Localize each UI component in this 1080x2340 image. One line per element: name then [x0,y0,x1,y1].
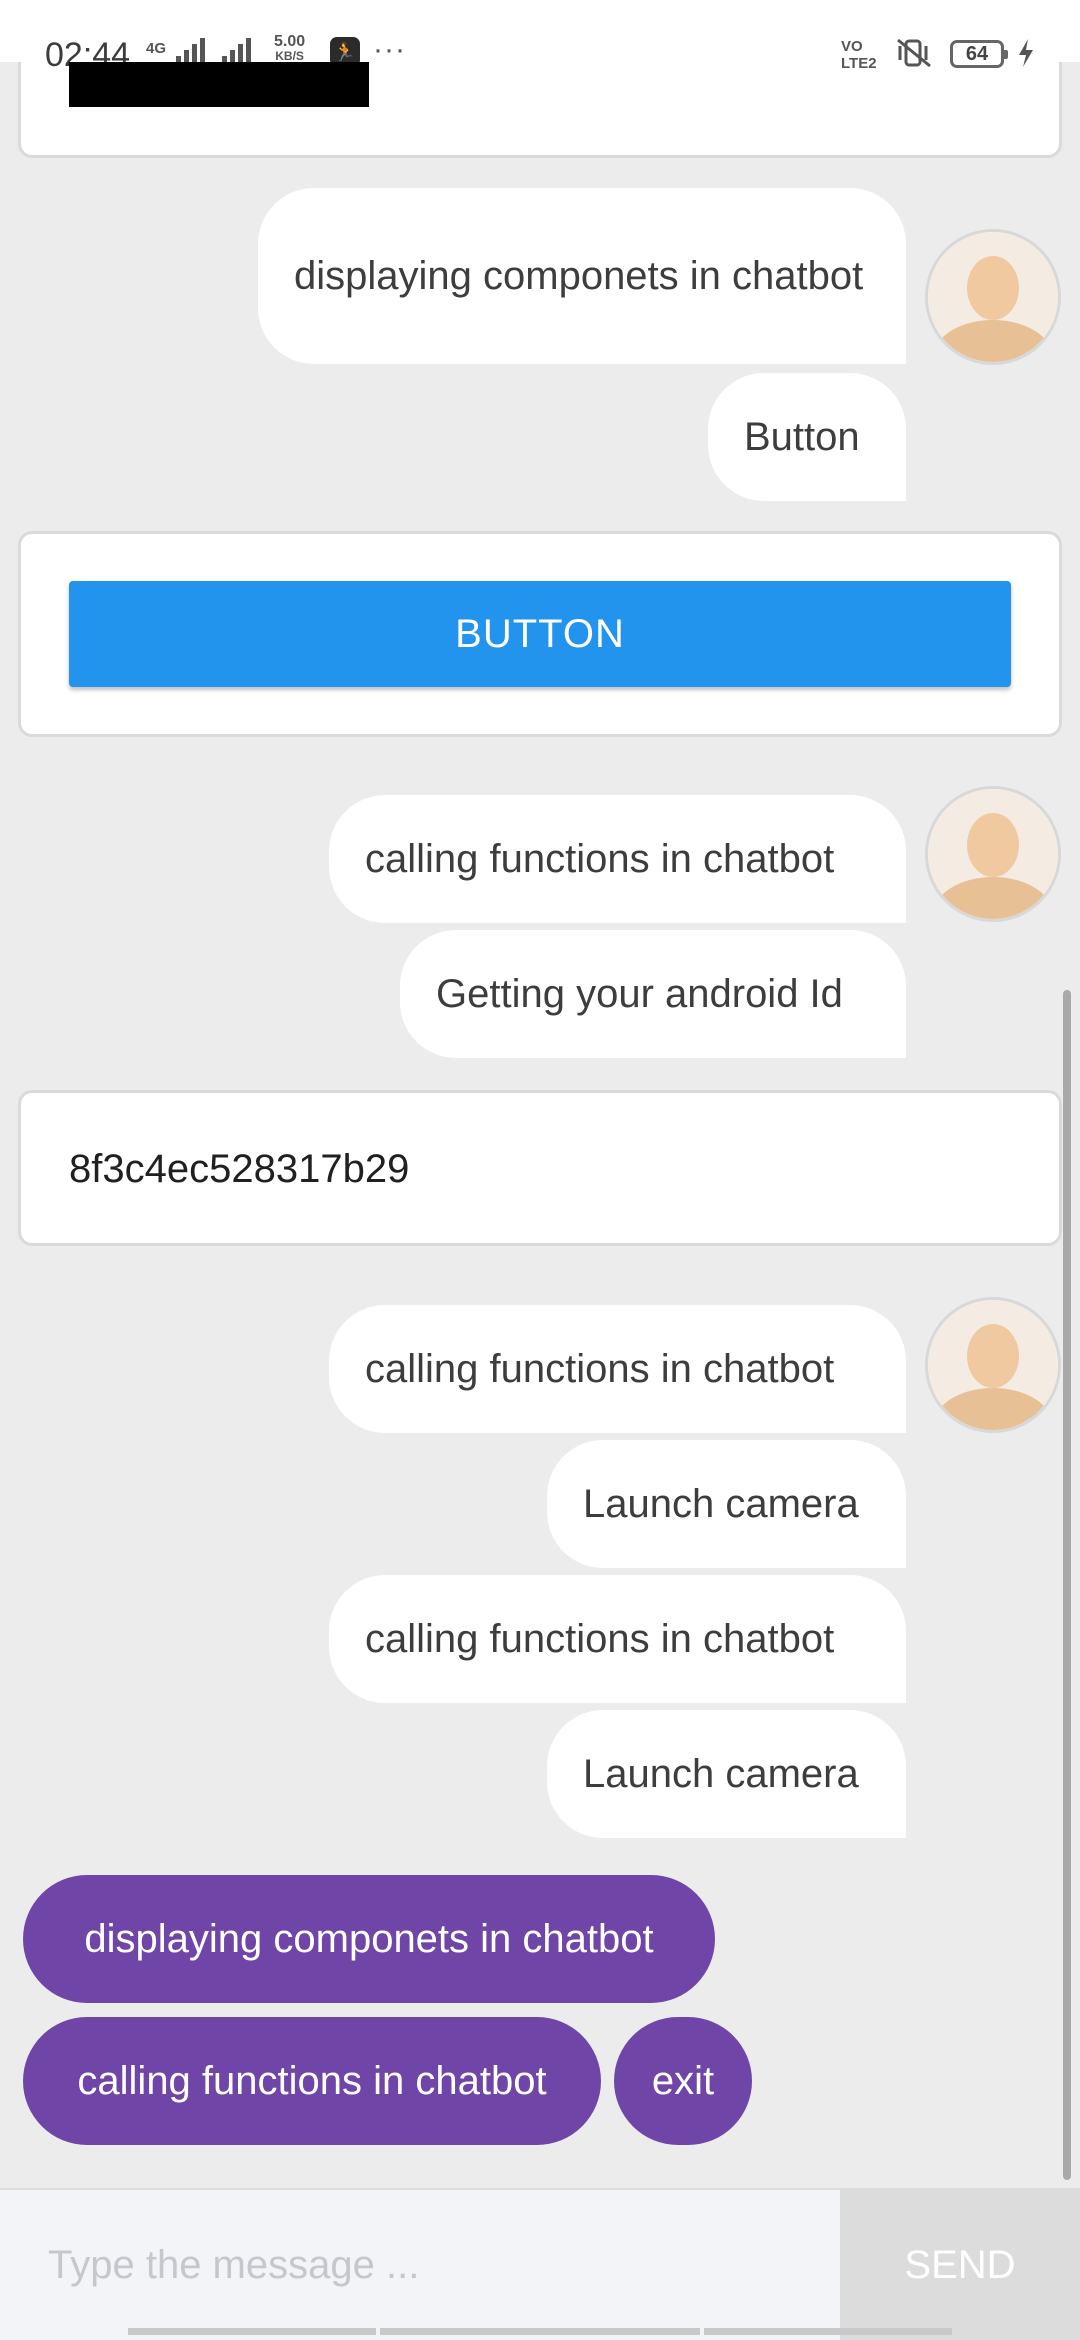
component-button[interactable]: BUTTON [69,581,1011,687]
chat-bubble: calling functions in chatbot [329,795,906,923]
chat-bubble-text: calling functions in chatbot [365,1617,835,1661]
chat-bubble-text: Launch camera [583,1752,859,1796]
chat-bubble-text: Launch camera [583,1482,859,1526]
charging-bolt-icon [1019,39,1033,67]
status-bar: 02:44 4G 5.00 KB/S 🏃 ··· VO LTE2 64 [0,0,1080,74]
message-input[interactable] [0,2190,840,2340]
chat-bubble: calling functions in chatbot [329,1305,906,1433]
chat-bubble-text: displaying componets in chatbot [294,254,864,298]
chat-bubble-text: Button [744,415,860,459]
chat-bubble: displaying componets in chatbot [258,188,906,364]
android-id-value: 8f3c4ec528317b29 [69,1147,410,1191]
chat-scrollbar[interactable] [1063,990,1071,2180]
mute-vibrate-icon [897,38,931,68]
battery-icon: 64 [950,40,1008,68]
network-type: 4G [146,40,167,57]
more-notifications-icon: ··· [373,33,406,66]
quick-reply-calling-functions[interactable]: calling functions in chatbot [23,2017,601,2145]
chat-bubble-text: Getting your android Id [436,972,843,1016]
chat-bubble: Launch camera [547,1710,906,1838]
user-avatar-icon [925,229,1061,365]
redacted-block [69,62,369,107]
chat-bubble-text: calling functions in chatbot [365,837,835,881]
send-button[interactable]: SEND [840,2190,1080,2340]
nav-bar-hint [380,2328,700,2335]
signal-icon [176,38,205,64]
chat-bubble: Getting your android Id [400,930,906,1058]
volte-icon: VO LTE2 [841,38,877,72]
chat-bubble-text: calling functions in chatbot [365,1347,835,1391]
chat-screen: 02:44 4G 5.00 KB/S 🏃 ··· VO LTE2 64 displ… [0,0,1080,2340]
signal-icon [222,38,251,64]
quick-reply-exit[interactable]: exit [614,2017,752,2145]
message-input-bar: SEND [0,2188,1080,2340]
chat-bubble: Button [708,373,906,501]
chat-bubble: Launch camera [547,1440,906,1568]
network-speed-value: 5.00 [274,33,306,50]
user-avatar-icon [925,1297,1061,1433]
quick-reply-displaying-components[interactable]: displaying componets in chatbot [23,1875,715,2003]
chat-bubble: calling functions in chatbot [329,1575,906,1703]
network-speed: 5.00 KB/S [274,34,305,64]
nav-bar-hint [128,2328,376,2335]
nav-bar-hint [704,2328,952,2335]
user-avatar-icon [925,786,1061,922]
